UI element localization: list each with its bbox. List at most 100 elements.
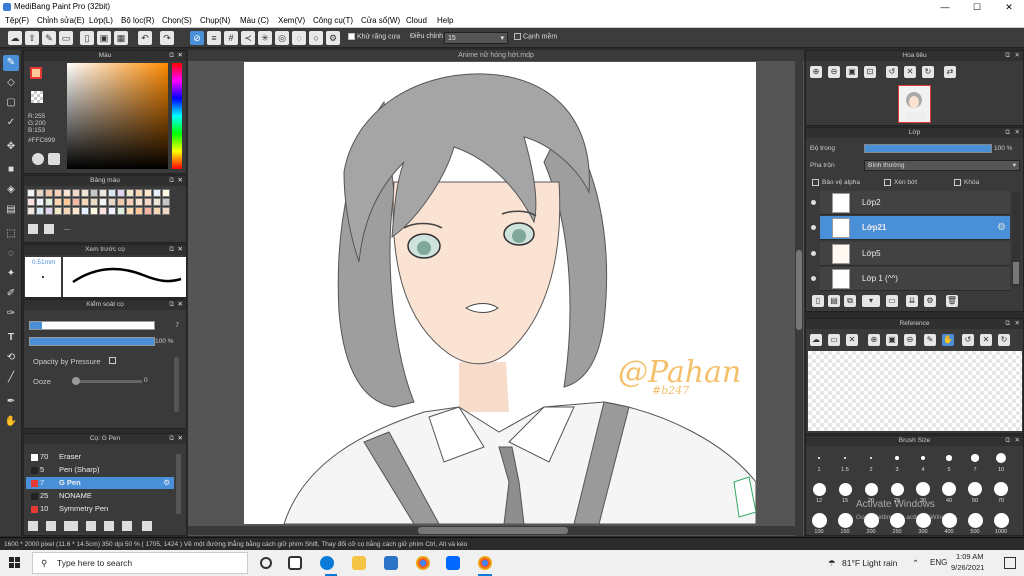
main-color-swatch[interactable] <box>30 67 42 79</box>
cortana-icon[interactable] <box>260 557 272 569</box>
palette-swatch[interactable] <box>27 207 35 215</box>
notification-icon[interactable] <box>1004 557 1016 569</box>
brush-size-dot[interactable] <box>837 512 853 528</box>
palette-swatch[interactable] <box>126 189 134 197</box>
layer-menu-icon[interactable]: ▾ <box>862 295 880 307</box>
reference-folder-icon[interactable]: ▭ <box>828 334 840 346</box>
brush-size-dot[interactable] <box>890 482 904 496</box>
palette-swatch[interactable] <box>72 189 80 197</box>
layer-item-0[interactable]: Lớp2 <box>811 191 1010 215</box>
ellipse-snap-icon[interactable]: ○ <box>309 31 323 45</box>
palette-swatch[interactable] <box>54 207 62 215</box>
mail-icon[interactable] <box>384 556 398 570</box>
brush-item-g-pen[interactable]: 7 G Pen ⚙ <box>26 477 174 489</box>
layer-item-2[interactable]: Lớp5 <box>811 242 1010 266</box>
rotate-left-icon[interactable]: ↺ <box>886 66 898 78</box>
clock-date[interactable]: 9/26/2021 <box>951 563 984 572</box>
new-palette-icon[interactable] <box>28 224 38 234</box>
brush-size-dot[interactable] <box>811 512 827 528</box>
brush-props-icon[interactable] <box>86 521 96 531</box>
delete-layer-icon[interactable]: 🗑 <box>946 295 958 307</box>
sub-color-swatch[interactable] <box>31 91 43 103</box>
document-tab[interactable]: Anime nữ hóng hớt.mdp <box>188 50 804 61</box>
reference-fit-icon[interactable]: ▣ <box>886 334 898 346</box>
brush-size-dot[interactable] <box>895 456 899 460</box>
maximize-button[interactable]: ☐ <box>962 0 992 14</box>
close-icon[interactable]: ✕ <box>1015 128 1020 138</box>
menu-tools[interactable]: Công cụ(T) <box>313 16 353 25</box>
eye-icon[interactable] <box>811 276 816 281</box>
palette-swatch[interactable] <box>45 198 53 206</box>
brush-size-dot[interactable] <box>920 455 926 461</box>
reference-reset-icon[interactable]: ✕ <box>980 334 992 346</box>
reference-canvas[interactable] <box>808 351 1022 431</box>
select-eraser-tool-icon[interactable]: ✑ <box>3 306 19 322</box>
brush-menu-icon[interactable] <box>64 521 78 531</box>
reference-zoom-out-icon[interactable]: ⊖ <box>904 334 916 346</box>
gradient-tool-icon[interactable]: ▤ <box>3 202 19 218</box>
palette-swatch[interactable] <box>63 198 71 206</box>
palette-swatch[interactable] <box>90 189 98 197</box>
palette-swatch[interactable] <box>54 189 62 197</box>
menu-edit[interactable]: Chỉnh sửa(E) <box>37 16 85 25</box>
brush-size-dot[interactable] <box>942 482 956 496</box>
brush-opacity-slider[interactable] <box>29 337 155 346</box>
new-file-icon[interactable]: ▯ <box>80 31 94 45</box>
drawing-canvas[interactable]: @Pahan #b247 <box>244 62 756 524</box>
palette-swatch[interactable] <box>90 207 98 215</box>
close-icon[interactable]: ✕ <box>178 176 183 186</box>
ooze-slider[interactable] <box>72 377 142 385</box>
brush-size-dot[interactable] <box>869 456 873 460</box>
palette-swatch[interactable] <box>36 198 44 206</box>
dot-tool-icon[interactable]: ▢ <box>3 95 19 111</box>
palette-swatch[interactable] <box>45 207 53 215</box>
chat-icon[interactable]: ✎ <box>42 31 56 45</box>
minimize-button[interactable]: — <box>930 0 960 14</box>
menu-select[interactable]: Chọn(S) <box>162 16 192 25</box>
palette-swatch[interactable] <box>117 198 125 206</box>
chrome-icon[interactable] <box>416 556 430 570</box>
chevron-up-icon[interactable]: ⌃ <box>912 558 919 569</box>
navigator-thumbnail[interactable] <box>898 85 931 123</box>
clock-time[interactable]: 1:09 AM <box>956 552 984 561</box>
lock-checkbox[interactable] <box>954 179 961 186</box>
blend-dropdown[interactable]: Bình thường ▾ <box>864 160 1020 171</box>
palette-swatch[interactable] <box>54 198 62 206</box>
task-view-icon[interactable] <box>288 556 302 570</box>
brush-size-dot[interactable] <box>838 482 852 496</box>
palette-swatch[interactable] <box>144 198 152 206</box>
popout-icon[interactable]: ⧉ <box>169 245 174 255</box>
eye-icon[interactable] <box>811 200 816 205</box>
menu-filter[interactable]: Bộ lọc(R) <box>121 16 154 25</box>
reset-icon[interactable]: ✕ <box>904 66 916 78</box>
menu-cloud[interactable]: Cloud <box>406 16 427 25</box>
palette-swatch[interactable] <box>135 189 143 197</box>
palette-swatch[interactable] <box>99 198 107 206</box>
palette-swatch[interactable] <box>108 189 116 197</box>
input-language[interactable]: ENG <box>930 558 947 567</box>
palette-swatch[interactable] <box>162 198 170 206</box>
cloud-icon[interactable]: ☁ <box>8 31 22 45</box>
popout-icon[interactable]: ⧉ <box>169 51 174 61</box>
weather-icon[interactable]: ☂ <box>828 558 836 569</box>
palette-swatch[interactable] <box>27 198 35 206</box>
ooze-handle[interactable] <box>72 377 80 385</box>
brush-size-number[interactable]: 7 <box>159 322 179 329</box>
actual-size-icon[interactable]: ⊡ <box>864 66 876 78</box>
brush-size-dot[interactable] <box>946 455 952 461</box>
undo-icon[interactable]: ↶ <box>138 31 152 45</box>
palette-swatch[interactable] <box>162 207 170 215</box>
color-wheel-icon[interactable] <box>32 153 44 165</box>
layer-scrollbar[interactable] <box>1012 192 1020 286</box>
layer-opacity-slider[interactable] <box>864 144 992 153</box>
windows-start-icon[interactable] <box>9 557 21 569</box>
palette-swatch[interactable] <box>27 189 35 197</box>
palette-swatch[interactable] <box>126 198 134 206</box>
brush-size-dot[interactable] <box>971 454 979 462</box>
palette-swatch[interactable] <box>108 198 116 206</box>
add-brush-icon[interactable] <box>28 521 38 531</box>
menu-help[interactable]: Help <box>437 16 453 25</box>
layer-scroll-thumb[interactable] <box>1013 262 1019 284</box>
eyedropper-tool-icon[interactable]: ✒ <box>3 394 19 410</box>
palette-swatch[interactable] <box>126 207 134 215</box>
